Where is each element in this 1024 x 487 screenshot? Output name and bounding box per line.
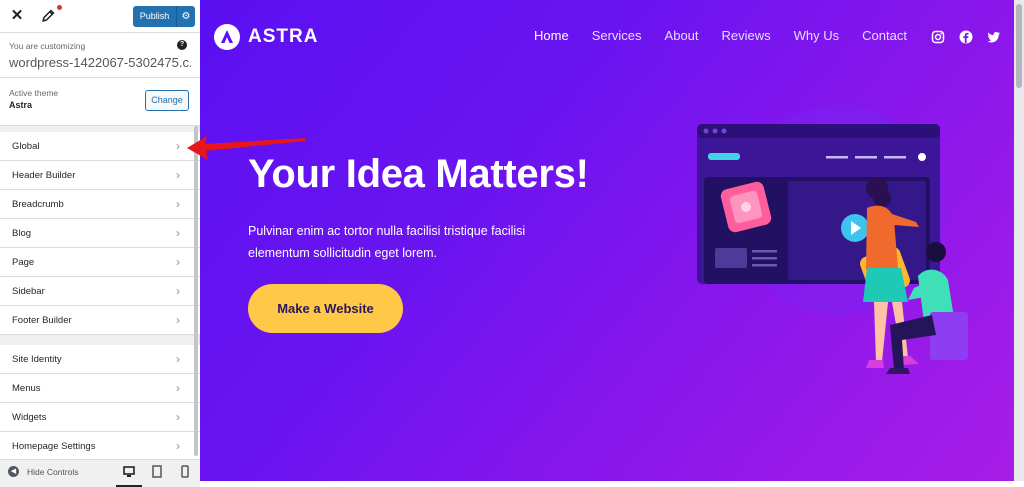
hide-controls-label: Hide Controls	[27, 466, 79, 477]
panel-item-homepage-settings[interactable]: Homepage Settings ›	[0, 432, 200, 461]
customizing-label: You are customizing	[9, 41, 86, 51]
nav-why-us[interactable]: Why Us	[794, 28, 840, 43]
customizing-info: You are customizing ? wordpress-1422067-…	[0, 33, 200, 78]
customizer-topbar: ✕ Publish ⚙	[0, 0, 200, 33]
make-website-button[interactable]: Make a Website	[248, 284, 403, 333]
sidebar-scrollbar[interactable]	[194, 126, 198, 456]
chevron-right-icon: ›	[176, 197, 180, 211]
close-icon[interactable]: ✕	[8, 7, 26, 25]
astra-logo-icon	[214, 24, 240, 50]
preview-scrollbar-thumb[interactable]	[1016, 4, 1022, 88]
panel-item-label: Site Identity	[12, 354, 62, 365]
nav-contact[interactable]: Contact	[862, 28, 907, 43]
panel-item-label: Footer Builder	[12, 315, 72, 326]
panel-item-label: Widgets	[12, 412, 47, 423]
panel-item-global[interactable]: Global ›	[0, 132, 200, 161]
change-theme-button[interactable]: Change	[145, 90, 189, 111]
theme-name: Astra	[9, 100, 33, 110]
gear-icon[interactable]: ⚙	[176, 6, 195, 27]
panel-item-breadcrumb[interactable]: Breadcrumb ›	[0, 190, 200, 219]
panel-item-site-identity[interactable]: Site Identity ›	[0, 345, 200, 374]
panel-item-blog[interactable]: Blog ›	[0, 219, 200, 248]
chevron-right-icon: ›	[176, 226, 180, 240]
panel-item-label: Menus	[12, 383, 41, 394]
logo-text: ASTRA	[248, 26, 319, 47]
active-theme-panel: Active theme Astra Change	[0, 78, 200, 126]
chevron-right-icon: ›	[176, 139, 180, 153]
facebook-icon[interactable]	[959, 30, 973, 44]
primary-panel-list: Global › Header Builder › Breadcrumb › Blog…	[0, 132, 200, 335]
chevron-right-icon: ›	[176, 313, 180, 327]
publish-button[interactable]: Publish	[133, 6, 176, 27]
site-logo[interactable]: ASTRA	[214, 24, 318, 50]
panel-item-label: Homepage Settings	[12, 441, 96, 452]
pencil-icon[interactable]	[40, 8, 56, 24]
hide-controls-icon: ◀	[8, 466, 19, 477]
secondary-panel-list: Site Identity › Menus › Widgets › Homepage …	[0, 345, 200, 461]
panel-item-label: Page	[12, 257, 35, 268]
nav-reviews[interactable]: Reviews	[722, 28, 771, 43]
panel-item-label: Blog	[12, 228, 32, 239]
notification-dot	[57, 5, 62, 10]
chevron-right-icon: ›	[176, 255, 180, 269]
panel-item-menus[interactable]: Menus ›	[0, 374, 200, 403]
nav-about[interactable]: About	[665, 28, 699, 43]
panel-item-header-builder[interactable]: Header Builder ›	[0, 161, 200, 190]
preview-bottom-strip	[200, 481, 1024, 487]
chevron-right-icon: ›	[176, 352, 180, 366]
active-theme-label: Active theme	[9, 88, 59, 98]
mobile-preview-button[interactable]	[172, 460, 198, 487]
chevron-right-icon: ›	[176, 381, 180, 395]
hero-illustration	[697, 105, 968, 374]
help-icon[interactable]: ?	[177, 40, 187, 50]
chevron-right-icon: ›	[176, 439, 180, 453]
panel-item-label: Global	[12, 141, 40, 152]
desktop-icon	[123, 466, 135, 477]
panel-item-page[interactable]: Page ›	[0, 248, 200, 277]
customizer-footer: ◀ Hide Controls	[0, 459, 200, 487]
site-name: wordpress-1422067-5302475.c...	[9, 55, 191, 70]
chevron-right-icon: ›	[176, 168, 180, 182]
twitter-icon[interactable]	[987, 30, 1001, 44]
hide-controls-button[interactable]: ◀ Hide Controls	[8, 466, 79, 477]
nav-services[interactable]: Services	[592, 28, 642, 43]
primary-nav: Home Services About Reviews Why Us Conta…	[534, 28, 930, 43]
panel-item-widgets[interactable]: Widgets ›	[0, 403, 200, 432]
customizer-sidebar: ✕ Publish ⚙ You are customizing ? wordpr…	[0, 0, 200, 487]
publish-group: Publish ⚙	[133, 6, 195, 27]
site-preview: ASTRA Home Services About Reviews Why Us…	[200, 0, 1024, 481]
tablet-icon	[152, 465, 162, 478]
mobile-icon	[181, 465, 189, 478]
chevron-right-icon: ›	[176, 284, 180, 298]
panel-item-sidebar[interactable]: Sidebar ›	[0, 277, 200, 306]
instagram-icon[interactable]	[931, 30, 945, 44]
panel-item-footer-builder[interactable]: Footer Builder ›	[0, 306, 200, 335]
hero-text: Pulvinar enim ac tortor nulla facilisi t…	[248, 224, 526, 260]
panel-item-label: Sidebar	[12, 286, 45, 297]
panel-item-label: Header Builder	[12, 170, 76, 181]
annotation-arrow	[187, 136, 305, 160]
panel-item-label: Breadcrumb	[12, 199, 64, 210]
chevron-right-icon: ›	[176, 410, 180, 424]
nav-home[interactable]: Home	[534, 28, 569, 43]
tablet-preview-button[interactable]	[144, 460, 170, 487]
desktop-preview-button[interactable]	[116, 460, 142, 487]
